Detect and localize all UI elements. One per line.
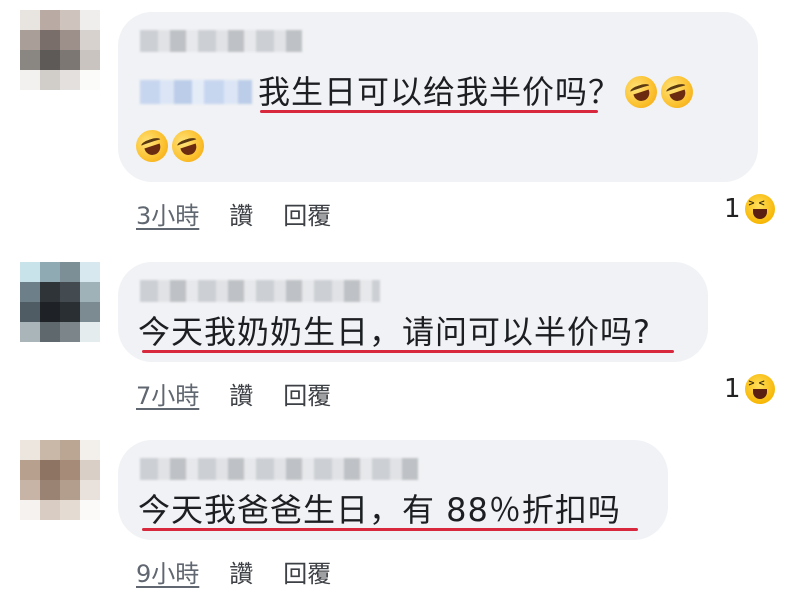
comment-actions: 3小時 讚 回覆 <box>136 196 331 231</box>
timestamp-link[interactable]: 9小時 <box>136 560 199 588</box>
text-underline <box>260 110 598 113</box>
like-button[interactable]: 讚 <box>229 560 253 588</box>
rolling-on-floor-laughing-icon <box>656 71 698 113</box>
like-button[interactable]: 讚 <box>229 202 253 230</box>
comment-actions: 7小時 讚 回覆 <box>136 376 331 411</box>
comment-text: 今天我爸爸生日，有 88％折扣吗 <box>138 490 621 530</box>
author-name-redacted[interactable] <box>140 280 380 302</box>
rolling-on-floor-laughing-icon <box>131 125 173 167</box>
text-underline <box>142 350 674 353</box>
rolling-on-floor-laughing-icon <box>620 71 662 113</box>
reply-button[interactable]: 回覆 <box>283 382 331 410</box>
laughing-face-icon <box>744 194 775 224</box>
like-button[interactable]: 讚 <box>229 382 253 410</box>
reaction-count: 1 <box>724 374 741 404</box>
reaction-summary[interactable]: 1 <box>724 194 775 224</box>
author-name-redacted[interactable] <box>140 30 302 52</box>
comment-text-line2 <box>131 125 209 167</box>
text-underline <box>142 528 638 531</box>
avatar[interactable] <box>20 440 100 520</box>
reply-button[interactable]: 回覆 <box>283 560 331 588</box>
avatar[interactable] <box>20 10 100 90</box>
reaction-summary[interactable]: 1 <box>724 374 775 404</box>
mention-redacted[interactable] <box>140 80 252 104</box>
comment-text: 今天我奶奶生日，请问可以半价吗? <box>138 312 651 352</box>
reaction-count: 1 <box>724 194 741 224</box>
comment-text-content: 今天我爸爸生日，有 88％折扣吗 <box>138 491 621 529</box>
timestamp-link[interactable]: 7小時 <box>136 382 199 410</box>
reply-button[interactable]: 回覆 <box>283 202 331 230</box>
timestamp-link[interactable]: 3小時 <box>136 202 199 230</box>
avatar[interactable] <box>20 262 100 342</box>
comment-text-content: 今天我奶奶生日，请问可以半价吗? <box>138 313 651 351</box>
rolling-on-floor-laughing-icon <box>167 125 209 167</box>
laughing-face-icon <box>744 374 775 404</box>
author-name-redacted[interactable] <box>140 458 418 480</box>
comment-text-content: 我生日可以给我半价吗？ <box>258 73 622 111</box>
comment-text: 我生日可以给我半价吗？ <box>258 71 698 113</box>
comment-actions: 9小時 讚 回覆 <box>136 554 331 589</box>
